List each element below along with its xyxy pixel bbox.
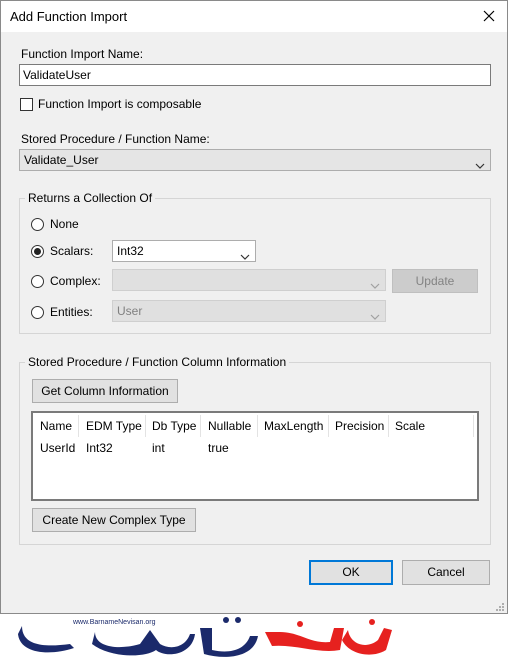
chevron-down-icon [240, 247, 250, 260]
complex-label: Complex: [50, 274, 101, 288]
entities-radio[interactable] [31, 306, 44, 319]
entities-value: User [117, 304, 143, 318]
column-header[interactable]: Scale [395, 419, 425, 433]
stored-procedure-value: Validate_User [24, 153, 99, 167]
composable-checkbox[interactable] [20, 98, 33, 111]
column-header[interactable]: MaxLength [264, 419, 323, 433]
table-cell: true [208, 441, 229, 455]
entities-label: Entities: [50, 305, 93, 319]
chevron-down-icon [370, 307, 380, 320]
watermark-calligraphy-icon [18, 617, 392, 657]
ok-button[interactable]: OK [309, 560, 393, 585]
none-radio[interactable] [31, 218, 44, 231]
column-header[interactable]: Db Type [152, 419, 196, 433]
cancel-button[interactable]: Cancel [402, 560, 490, 585]
title-bar: Add Function Import [1, 1, 507, 32]
column-info-table[interactable]: Name EDM Type Db Type Nullable MaxLength… [31, 411, 479, 501]
stored-procedure-label: Stored Procedure / Function Name: [21, 132, 210, 146]
scalars-select[interactable]: Int32 [112, 240, 256, 262]
column-header[interactable]: Precision [335, 419, 384, 433]
resize-grip-icon[interactable] [495, 601, 505, 611]
get-column-information-button[interactable]: Get Column Information [32, 379, 178, 403]
composable-label: Function Import is composable [38, 97, 202, 111]
chevron-down-icon [370, 276, 380, 289]
column-header[interactable]: EDM Type [86, 419, 142, 433]
table-cell: Int32 [86, 441, 113, 455]
scalars-value: Int32 [117, 244, 144, 258]
scalars-label: Scalars: [50, 244, 94, 258]
column-header[interactable]: Name [40, 419, 72, 433]
returns-group-title: Returns a Collection Of [25, 191, 156, 205]
stored-procedure-select[interactable]: Validate_User [19, 149, 491, 171]
chevron-down-icon [475, 156, 485, 169]
function-import-name-label: Function Import Name: [21, 47, 144, 61]
close-icon[interactable] [477, 4, 501, 28]
function-import-name-value: ValidateUser [23, 68, 91, 82]
entities-select[interactable]: User [112, 300, 386, 322]
update-button[interactable]: Update [392, 269, 478, 293]
column-header[interactable]: Nullable [208, 419, 251, 433]
function-import-name-input[interactable]: ValidateUser [19, 64, 491, 86]
complex-radio[interactable] [31, 275, 44, 288]
complex-select[interactable] [112, 269, 386, 291]
add-function-import-dialog: Add Function Import Function Import Name… [0, 0, 508, 614]
window-title: Add Function Import [10, 9, 128, 24]
watermark-logo: www.BarnameNevisan.org [0, 614, 508, 665]
none-label: None [50, 217, 79, 231]
column-info-group-title: Stored Procedure / Function Column Infor… [25, 355, 290, 369]
scalars-radio[interactable] [31, 245, 44, 258]
create-new-complex-type-button[interactable]: Create New Complex Type [32, 508, 196, 532]
table-cell: int [152, 441, 165, 455]
table-cell: UserId [40, 441, 76, 455]
